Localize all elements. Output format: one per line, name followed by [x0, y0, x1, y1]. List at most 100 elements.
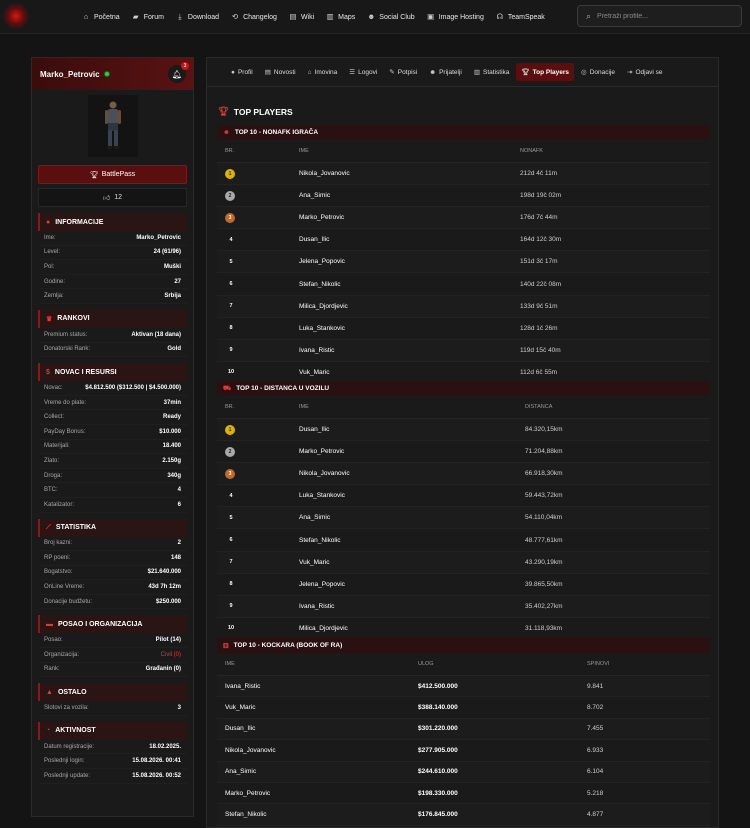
info-row: Vreme do plate: 37min	[38, 396, 187, 411]
player-name[interactable]: Marko_Petrovic	[217, 790, 418, 797]
table-row: 6 Stefan_Nikolic 48.777,61km	[217, 529, 710, 552]
tab-label: Potpisi	[397, 68, 418, 76]
stat-value: 84.320,15km	[525, 426, 563, 434]
player-name[interactable]: Dusan_Ilic	[299, 236, 520, 243]
player-name[interactable]: Nikola_Jovanovic	[299, 470, 525, 477]
info-value: 18.400	[162, 443, 181, 450]
table-row: 3 Marko_Petrovic 176d 7č 44m	[217, 207, 710, 230]
nav-label: Social Club	[379, 13, 415, 21]
player-name[interactable]: Nikola_Jovanovic	[299, 170, 520, 177]
nav-item-social-club[interactable]: ☻ Social Club	[367, 13, 414, 21]
player-name[interactable]: Ana_Simic	[299, 192, 520, 199]
tab-profil[interactable]: ● Profil	[226, 63, 258, 81]
player-name[interactable]: Ivana_Ristic	[299, 603, 525, 610]
player-name[interactable]: Vuk_Maric	[217, 704, 418, 711]
info-value: $4.812.500 ($312.500 | $4.500.000)	[85, 384, 181, 391]
likes-count: 12	[114, 194, 123, 201]
nav-item-changelog[interactable]: ⟲ Changelog	[231, 13, 277, 21]
top-navbar: ⌂ Početna ▰ Forum ⤓ Download ⟲ Changelog ▤ Wi…	[0, 0, 750, 34]
battlepass-button[interactable]: 🏆︎ BattlePass	[38, 165, 187, 184]
player-name[interactable]: Ana_Simic	[217, 768, 418, 775]
tab-logovi[interactable]: ☰ Logovi	[344, 63, 382, 81]
table-row: 7 Milica_Djordjevic 133d 9č 51m	[217, 295, 710, 318]
player-name[interactable]: Ivana_Ristic	[217, 683, 418, 690]
info-row: Collect: Ready	[38, 410, 187, 425]
info-label: Organizacija:	[44, 651, 80, 658]
player-name[interactable]: Jelena_Popovic	[299, 258, 520, 265]
player-name[interactable]: Stefan_Nikolic	[299, 537, 525, 544]
player-name[interactable]: Jelena_Popovic	[299, 581, 525, 588]
table-row: 10 Milica_Djordjevic 31.118,93km	[217, 618, 710, 640]
online-status-dot	[103, 71, 110, 77]
player-name[interactable]: Ivana_Ristic	[299, 347, 520, 354]
info-row: Datum registracije: 18.02.2025.	[38, 740, 187, 755]
player-name[interactable]: Milica_Djordjevic	[299, 625, 525, 632]
nav-item-pocetna[interactable]: ⌂ Početna	[82, 13, 120, 21]
stat-value: 48.777,61km	[525, 536, 563, 544]
table-body: 1 Nikola_Jovanovic 212d 4č 11m 2 Ana_Simic 19…	[217, 163, 710, 384]
rank-badge: 5	[229, 258, 233, 265]
player-name[interactable]: Vuk_Maric	[299, 559, 525, 566]
search-input[interactable]	[597, 12, 728, 20]
table-row: Stefan_Nikolic $176.845.000 4.877	[217, 804, 710, 826]
chart-icon: ▥	[473, 69, 481, 76]
tab-potpisi[interactable]: ✎ Potpisi	[384, 63, 422, 81]
column-header: IME	[225, 661, 235, 667]
nav-item-download[interactable]: ⤓ Download	[176, 13, 219, 21]
table-row: 8 Jelena_Popovic 39.865,50km	[217, 574, 710, 596]
player-name[interactable]: Ana_Simic	[299, 514, 525, 521]
tab-statistika[interactable]: ▥ Statistika	[469, 63, 515, 81]
player-name[interactable]: Nikola_Jovanovic	[217, 747, 418, 754]
tab-donacije[interactable]: ◎ Donacije	[576, 63, 620, 81]
home-icon: ⌂	[307, 68, 312, 76]
nav-label: Image Hosting	[438, 13, 484, 21]
table-row: 2 Marko_Petrovic 71.204,88km	[217, 441, 710, 464]
character-skin-image	[104, 101, 121, 149]
player-name[interactable]: Marko_Petrovic	[299, 448, 525, 455]
player-name[interactable]: Stefan_Nikolic	[299, 281, 520, 288]
nav-item-forum[interactable]: ▰ Forum	[132, 13, 164, 21]
stat-value: 176d 7č 44m	[520, 214, 558, 222]
table-row: 8 Luka_Stankovic 128d 1č 26m	[217, 318, 710, 340]
car-icon: ⛟	[223, 385, 232, 392]
table-row: 1 Nikola_Jovanovic 212d 4č 11m	[217, 163, 710, 186]
player-name[interactable]: Vuk_Maric	[299, 369, 520, 376]
info-row: RP poeni: 148	[38, 551, 187, 566]
player-name[interactable]: Marko_Petrovic	[299, 214, 520, 221]
nav-item-maps[interactable]: ▥ Maps	[326, 13, 356, 21]
friends-icon: ☻	[429, 68, 437, 76]
info-row: Bogatstvo: $21.640.000	[38, 566, 187, 581]
rank-cell: 6	[217, 279, 299, 289]
notifications-button[interactable]: 🔔︎ 3	[168, 62, 189, 83]
nav-item-image-hosting[interactable]: ▣ Image Hosting	[427, 13, 484, 21]
trophy-icon: 🏆︎	[521, 69, 530, 76]
player-name[interactable]: Luka_Stankovic	[299, 325, 520, 332]
likes-button[interactable]: 👍︎ 12	[38, 188, 187, 207]
tab-novosti[interactable]: ▤ Novosti	[260, 63, 301, 81]
rank-badge: 8	[229, 325, 233, 332]
info-label: Rank:	[44, 666, 60, 673]
notification-badge: 3	[181, 62, 189, 70]
list-icon: ☰	[349, 69, 356, 76]
nav-item-wiki[interactable]: ▤ Wiki	[289, 13, 314, 21]
info-row: Materijali: 18.400	[38, 440, 187, 455]
tab-imovina[interactable]: ⌂ Imovina	[303, 63, 343, 81]
info-row: Katalizator: 6	[38, 498, 187, 513]
table-row: 9 Ivana_Ristic 35.402,27km	[217, 595, 710, 618]
info-label: BTC:	[44, 487, 58, 494]
section-title: INFORMACIJE	[55, 218, 104, 226]
player-name[interactable]: Milica_Djordjevic	[299, 303, 520, 310]
player-name[interactable]: Luka_Stankovic	[299, 492, 525, 499]
player-name[interactable]: Dusan_Ilic	[299, 426, 525, 433]
tab-top-players[interactable]: 🏆︎ Top Players	[516, 63, 575, 81]
info-label: Premium status:	[44, 331, 88, 338]
player-name[interactable]: Dusan_Ilic	[217, 725, 418, 732]
logo-icon[interactable]	[7, 7, 25, 25]
nav-label: Maps	[338, 13, 356, 21]
info-list: Ime: Marko_Petrovic Level: 24 (61/96) Pol: Mu…	[32, 231, 193, 304]
info-label: Level:	[44, 249, 61, 256]
tab-prijatelji[interactable]: ☻ Prijatelji	[424, 63, 467, 81]
nav-item-teamspeak[interactable]: ☊ TeamSpeak	[496, 13, 545, 21]
tab-odjavi-se[interactable]: ⇥ Odjavi se	[622, 63, 668, 81]
player-name[interactable]: Stefan_Nikolic	[217, 811, 418, 818]
